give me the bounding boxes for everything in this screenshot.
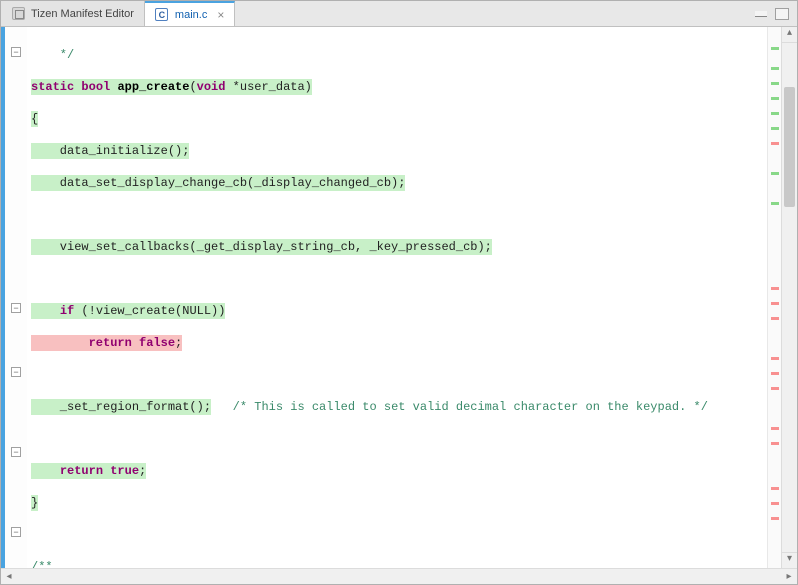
- code-text: */: [31, 47, 74, 63]
- fold-toggle[interactable]: −: [11, 47, 21, 57]
- minimize-pane-button[interactable]: [755, 11, 767, 17]
- pane-controls: [755, 1, 797, 26]
- scroll-left-icon[interactable]: ◂: [1, 571, 17, 582]
- tab-manifest-editor[interactable]: Tizen Manifest Editor: [1, 1, 145, 26]
- c-file-icon: C: [155, 8, 169, 22]
- code-text: view_set_callbacks(_get_display_string_c…: [31, 239, 492, 255]
- scroll-right-icon[interactable]: ▸: [781, 571, 797, 582]
- fold-toggle[interactable]: −: [11, 447, 21, 457]
- maximize-pane-button[interactable]: [775, 8, 789, 20]
- code-text: if (!view_create(NULL)): [31, 303, 767, 319]
- code-text: [31, 527, 767, 543]
- tab-label: main.c: [175, 9, 207, 21]
- fold-toggle[interactable]: −: [11, 367, 21, 377]
- fold-gutter[interactable]: − − − − −: [5, 27, 27, 568]
- code-text: data_set_display_change_cb(_display_chan…: [31, 175, 405, 191]
- manifest-icon: [11, 7, 25, 21]
- code-text: {: [31, 111, 38, 127]
- tab-label: Tizen Manifest Editor: [31, 8, 134, 20]
- code-text: _set_region_format(); /* This is called …: [31, 399, 767, 415]
- fold-toggle[interactable]: −: [11, 303, 21, 313]
- code-text: data_initialize();: [31, 143, 189, 159]
- code-text: [31, 271, 767, 287]
- scroll-thumb[interactable]: [784, 87, 795, 207]
- code-text: [31, 207, 767, 223]
- code-text: /**: [31, 559, 53, 568]
- code-text: static bool app_create(void *user_data): [31, 79, 767, 95]
- fold-toggle[interactable]: −: [11, 527, 21, 537]
- editor-tab-bar: Tizen Manifest Editor C main.c ×: [1, 1, 797, 27]
- code-text: [31, 367, 767, 383]
- code-text: [31, 431, 767, 447]
- overview-ruler[interactable]: [767, 27, 781, 568]
- vertical-scrollbar[interactable]: ▴ ▾: [781, 27, 797, 568]
- scroll-down-icon[interactable]: ▾: [782, 552, 797, 568]
- close-icon[interactable]: ×: [217, 8, 224, 22]
- code-text: return true;: [31, 463, 767, 479]
- code-text: }: [31, 495, 38, 511]
- code-editor: − − − − − */ static bool app_create(void…: [1, 27, 797, 568]
- tab-main-c[interactable]: C main.c ×: [145, 1, 235, 26]
- horizontal-scrollbar[interactable]: ◂ ▸: [1, 568, 797, 584]
- code-content[interactable]: */ static bool app_create(void *user_dat…: [27, 27, 767, 568]
- code-text: return false;: [31, 335, 767, 351]
- scroll-up-icon[interactable]: ▴: [782, 27, 797, 43]
